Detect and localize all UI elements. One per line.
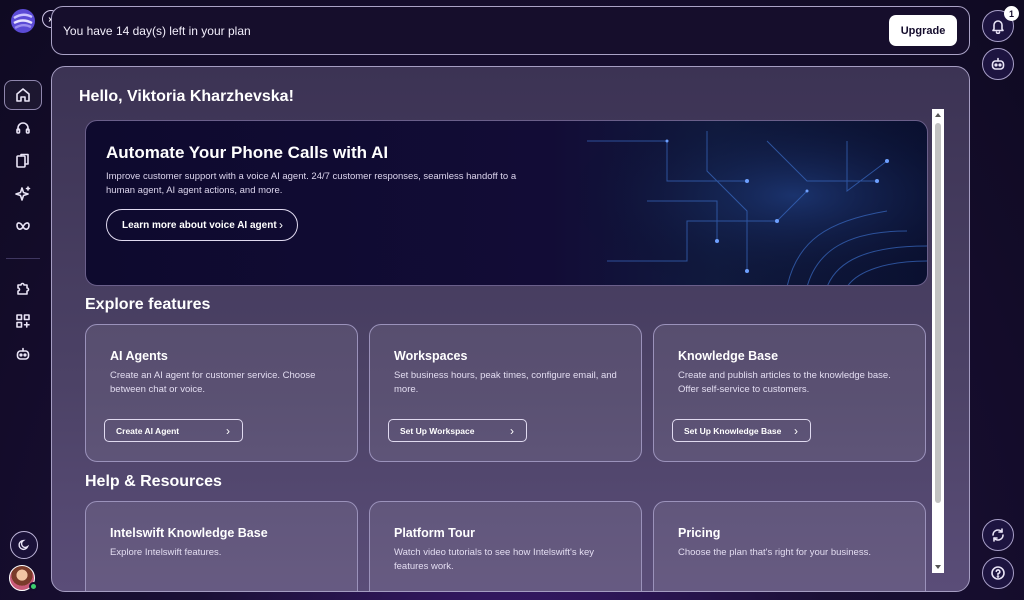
card-description: Create and publish articles to the knowl… [678, 370, 891, 395]
bell-icon [992, 20, 1004, 34]
promo-title: Automate Your Phone Calls with AI [106, 143, 389, 162]
left-sidebar [0, 0, 46, 600]
card-title: Pricing [678, 526, 721, 540]
sidebar-item-home[interactable] [4, 80, 42, 110]
card-description: Set business hours, peak times, configur… [394, 370, 617, 395]
button-label: Create AI Agent [116, 425, 180, 436]
card-description: Watch video tutorials to see how Intelsw… [394, 547, 594, 572]
sync-icon [992, 528, 1004, 542]
help-button[interactable] [982, 557, 1014, 589]
card-title: Platform Tour [394, 526, 476, 540]
sidebar-item-ai[interactable] [4, 179, 42, 209]
sidebar-item-support[interactable] [4, 113, 42, 143]
headset-icon [16, 122, 30, 134]
resource-card-pricing[interactable]: Pricing Choose the plan that's right for… [653, 501, 926, 591]
puzzle-icon [17, 282, 30, 295]
sync-button[interactable] [982, 519, 1014, 551]
scrollbar[interactable] [932, 109, 944, 573]
help-icon [991, 566, 1005, 580]
moon-icon [18, 539, 30, 551]
sidebar-item-integrations[interactable] [4, 273, 42, 303]
sparkle-icon [15, 186, 31, 201]
create-ai-agent-button[interactable]: Create AI Agent › [104, 419, 243, 442]
button-label: Set Up Knowledge Base [684, 425, 782, 436]
bot-icon [991, 57, 1005, 70]
trial-message: You have 14 day(s) left in your plan [63, 23, 251, 38]
chevron-right-icon: › [510, 423, 514, 438]
notification-count-badge: 1 [1004, 6, 1019, 21]
promo-description: Improve customer support with a voice AI… [106, 171, 517, 196]
sidebar-divider [6, 258, 40, 259]
main-content: Hello, Viktoria Kharzhevska! Automate Yo… [51, 66, 970, 592]
upgrade-button[interactable]: Upgrade [889, 15, 957, 46]
bot-icon [16, 347, 30, 360]
app-logo[interactable] [10, 8, 36, 34]
card-title: Workspaces [394, 349, 468, 363]
scroll-down-arrow[interactable] [935, 565, 941, 569]
documents-icon [16, 153, 29, 168]
button-label: Learn more about voice AI agent [122, 219, 277, 231]
feature-card-ai-agents: AI Agents Create an AI agent for custome… [85, 324, 358, 462]
card-title: Intelswift Knowledge Base [110, 526, 268, 540]
assistant-button[interactable] [982, 48, 1014, 80]
resource-card-knowledge-base[interactable]: Intelswift Knowledge Base Explore Intels… [85, 501, 358, 591]
trial-banner: You have 14 day(s) left in your plan Upg… [51, 6, 970, 55]
circuit-background-image [547, 121, 927, 285]
card-title: AI Agents [110, 349, 168, 363]
scrollbar-thumb[interactable] [935, 123, 941, 503]
chevron-right-icon: › [279, 218, 283, 232]
page-title: Hello, Viktoria Kharzhevska! [79, 88, 294, 105]
butterfly-icon [16, 222, 30, 230]
card-description: Choose the plan that's right for your bu… [678, 547, 871, 558]
feature-card-knowledge-base: Knowledge Base Create and publish articl… [653, 324, 926, 462]
card-description: Explore Intelswift features. [110, 547, 222, 558]
learn-more-voice-agent-button[interactable]: Learn more about voice AI agent › [106, 209, 298, 241]
chevron-right-icon: › [226, 423, 230, 438]
theme-toggle-button[interactable] [10, 531, 38, 559]
feature-card-workspaces: Workspaces Set business hours, peak time… [369, 324, 642, 462]
help-resources-heading: Help & Resources [85, 473, 222, 490]
scroll-up-arrow[interactable] [935, 113, 941, 117]
resource-card-platform-tour[interactable]: Platform Tour Watch video tutorials to s… [369, 501, 642, 591]
sidebar-item-apps[interactable] [4, 306, 42, 336]
sidebar-item-meta[interactable] [4, 212, 42, 242]
chevron-right-icon: › [794, 423, 798, 438]
set-up-knowledge-base-button[interactable]: Set Up Knowledge Base › [672, 419, 811, 442]
card-title: Knowledge Base [678, 349, 779, 363]
online-status-indicator [29, 582, 38, 591]
apps-add-icon [16, 314, 30, 328]
sidebar-item-bots[interactable] [4, 339, 42, 369]
sidebar-item-documents[interactable] [4, 146, 42, 176]
home-icon [16, 88, 30, 102]
button-label: Set Up Workspace [400, 425, 475, 436]
explore-features-heading: Explore features [85, 296, 211, 313]
voice-ai-promo-card: Automate Your Phone Calls with AI Improv… [85, 120, 928, 286]
card-description: Create an AI agent for customer service.… [110, 370, 316, 395]
set-up-workspace-button[interactable]: Set Up Workspace › [388, 419, 527, 442]
